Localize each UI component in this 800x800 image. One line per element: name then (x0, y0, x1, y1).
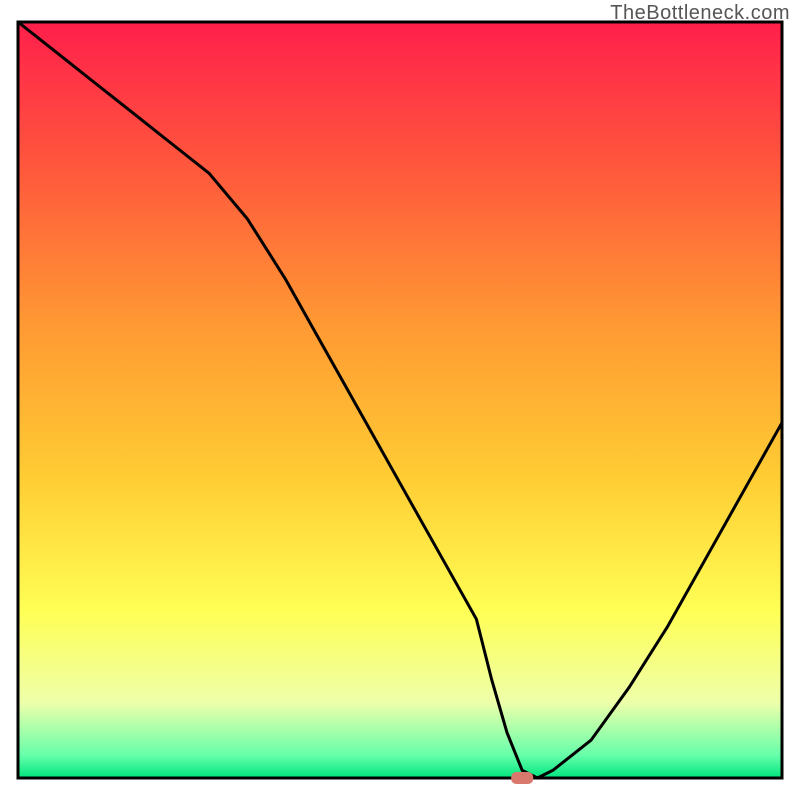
plot-area (18, 22, 782, 778)
watermark-text: TheBottleneck.com (610, 2, 790, 25)
chart-container: TheBottleneck.com (0, 0, 800, 800)
optimal-marker (511, 772, 533, 784)
bottleneck-chart (0, 0, 800, 800)
